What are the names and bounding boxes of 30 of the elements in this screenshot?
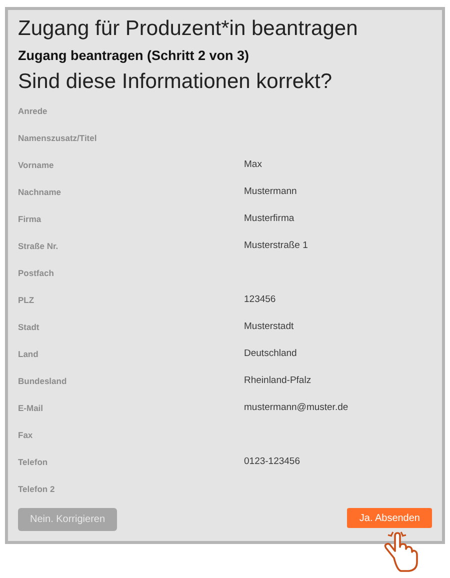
field-label: E-Mail <box>18 402 44 415</box>
field-label: Firma <box>18 213 42 226</box>
field-label: Land <box>18 348 40 361</box>
field-label: Fax <box>18 429 34 442</box>
correct-button[interactable]: Nein. Korrigieren <box>18 508 118 531</box>
page-title: Zugang für Produzent*in beantragen <box>18 16 359 42</box>
field-label: Bundesland <box>18 375 68 388</box>
step-heading: Zugang beantragen (Schritt 2 von 3) <box>18 47 250 65</box>
field-label: Telefon <box>18 456 49 469</box>
field-label: Vorname <box>18 159 55 172</box>
submit-button[interactable]: Ja. Absenden <box>347 508 432 528</box>
field-label: Nachname <box>18 186 62 199</box>
field-value: Mustermann <box>244 185 297 200</box>
field-label: Stadt <box>18 321 40 334</box>
field-label: Telefon 2 <box>18 483 56 496</box>
field-value: Musterstadt <box>244 320 294 334</box>
field-label: Anrede <box>18 105 48 118</box>
field-value: Musterfirma <box>244 212 294 226</box>
field-value: 123456 <box>244 293 276 308</box>
field-label: Postfach <box>18 267 55 280</box>
question-heading: Sind diese Informationen korrekt? <box>18 69 334 95</box>
field-value: Max <box>244 158 262 172</box>
field-value: Deutschland <box>244 347 297 362</box>
field-label: PLZ <box>18 294 36 307</box>
field-label: Namenszusatz/Titel <box>18 132 98 145</box>
field-label: Straße Nr. <box>18 240 60 253</box>
field-value: 0123-123456 <box>244 455 300 470</box>
field-value: mustermann@muster.de <box>244 401 348 416</box>
field-value: Rheinland-Pfalz <box>244 374 312 388</box>
field-value: Musterstraße 1 <box>244 239 308 254</box>
